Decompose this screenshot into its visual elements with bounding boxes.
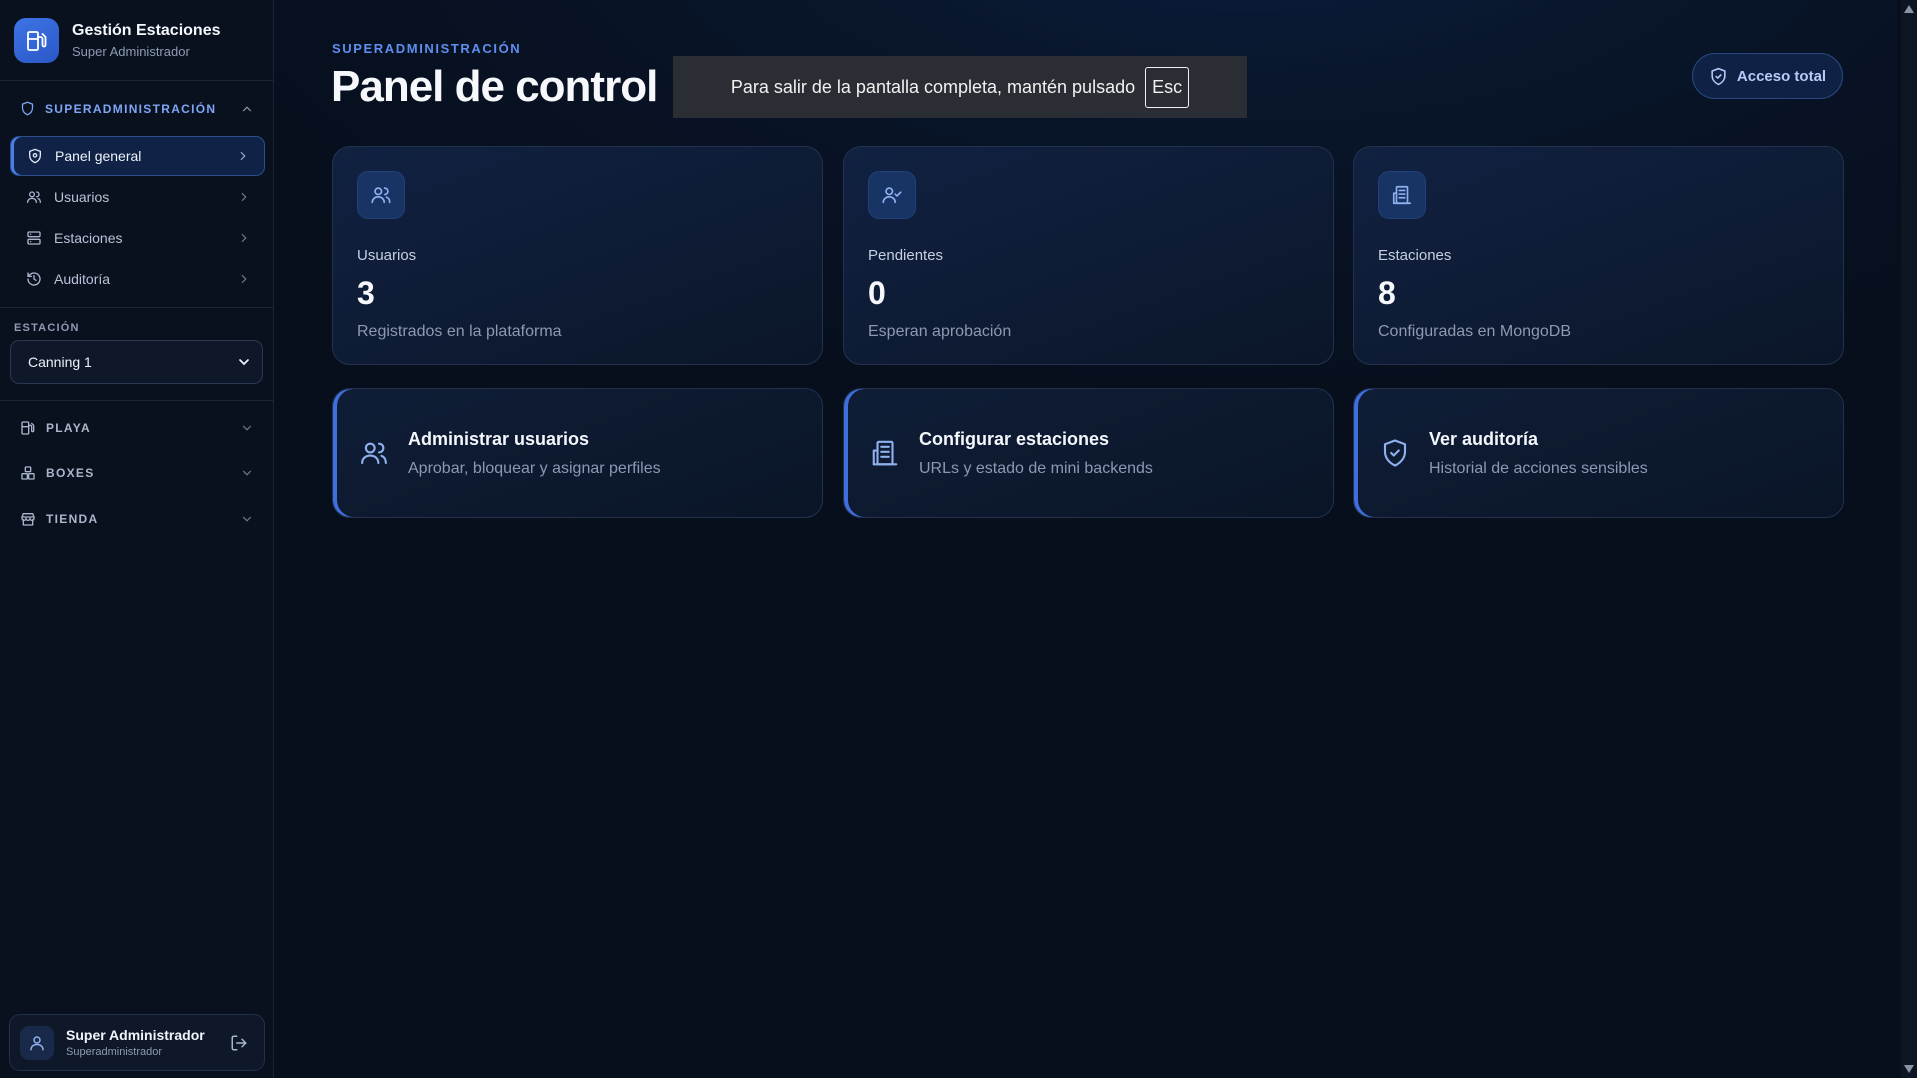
building-icon xyxy=(870,438,900,468)
page-kicker: SUPERADMINISTRACIÓN xyxy=(332,41,522,56)
action-description: Historial de acciones sensibles xyxy=(1429,460,1648,477)
stat-value: 8 xyxy=(1378,275,1396,311)
sidebar-item-label: Usuarios xyxy=(54,189,110,205)
chevron-up-icon xyxy=(240,102,254,116)
action-description: Aprobar, bloquear y asignar perfiles xyxy=(408,460,661,477)
group-tienda-toggle[interactable]: TIENDA xyxy=(20,511,254,527)
main-content: SUPERADMINISTRACIÓN Panel de control Par… xyxy=(275,0,1897,1078)
boxes-icon xyxy=(20,465,36,481)
fullscreen-notice: Para salir de la pantalla completa, mant… xyxy=(673,56,1247,118)
group-label: BOXES xyxy=(46,466,95,480)
action-card-ver-auditoria[interactable]: Ver auditoría Historial de acciones sens… xyxy=(1353,388,1844,518)
chevron-down-icon xyxy=(236,354,252,370)
station-selected-value: Canning 1 xyxy=(28,354,92,370)
stat-description: Registrados en la plataforma xyxy=(357,323,562,340)
action-title: Administrar usuarios xyxy=(408,429,590,449)
shield-icon xyxy=(20,101,35,116)
building-icon xyxy=(1378,171,1426,219)
chevron-right-icon xyxy=(237,231,251,245)
group-label: PLAYA xyxy=(46,421,91,435)
action-title: Ver auditoría xyxy=(1429,429,1539,449)
sidebar-item-label: Panel general xyxy=(55,148,142,164)
sidebar-item-estaciones[interactable]: Estaciones xyxy=(10,218,265,258)
action-card-administrar-usuarios[interactable]: Administrar usuarios Aprobar, bloquear y… xyxy=(332,388,823,518)
action-description: URLs y estado de mini backends xyxy=(919,460,1153,477)
group-playa-toggle[interactable]: PLAYA xyxy=(20,420,254,436)
group-boxes-toggle[interactable]: BOXES xyxy=(20,465,254,481)
shield-check-icon xyxy=(1709,67,1728,86)
stat-label: Usuarios xyxy=(357,247,417,264)
vertical-scrollbar[interactable] xyxy=(1901,0,1917,1078)
stat-card-pendientes[interactable]: Pendientes 0 Esperan aprobación xyxy=(843,146,1334,365)
logout-icon[interactable] xyxy=(230,1034,248,1052)
shield-icon xyxy=(27,148,43,164)
divider xyxy=(0,80,274,81)
esc-key-hint: Esc xyxy=(1145,66,1190,108)
sidebar-item-panel-general[interactable]: Panel general xyxy=(10,136,265,176)
users-icon xyxy=(359,438,389,468)
chevron-down-icon xyxy=(240,512,254,526)
fuel-pump-icon xyxy=(20,420,36,436)
user-icon xyxy=(30,1035,44,1050)
stat-value: 0 xyxy=(868,275,886,311)
station-label: ESTACIÓN xyxy=(14,322,80,334)
station-select[interactable]: Canning 1 xyxy=(10,340,263,384)
stat-description: Configuradas en MongoDB xyxy=(1378,323,1572,340)
history-icon xyxy=(26,271,42,287)
access-total-label: Acceso total xyxy=(1736,67,1827,85)
divider xyxy=(0,307,274,308)
action-title: Configurar estaciones xyxy=(919,429,1110,449)
superadmin-section-label: SUPERADMINISTRACIÓN xyxy=(45,101,217,116)
stat-description: Esperan aprobación xyxy=(868,323,1012,340)
chevron-right-icon xyxy=(237,190,251,204)
store-icon xyxy=(20,511,36,527)
chevron-down-icon xyxy=(240,421,254,435)
stat-card-estaciones[interactable]: Estaciones 8 Configuradas en MongoDB xyxy=(1353,146,1844,365)
stat-label: Pendientes xyxy=(868,247,944,264)
scroll-up-arrow-icon[interactable] xyxy=(1904,5,1914,13)
sidebar-item-label: Estaciones xyxy=(54,230,123,246)
fullscreen-notice-text: Para salir de la pantalla completa, mant… xyxy=(730,76,1136,97)
sidebar-item-usuarios[interactable]: Usuarios xyxy=(10,177,265,217)
server-icon xyxy=(26,230,42,246)
brand[interactable]: Gestión Estaciones Super Administrador xyxy=(14,18,221,63)
action-card-configurar-estaciones[interactable]: Configurar estaciones URLs y estado de m… xyxy=(843,388,1334,518)
users-icon xyxy=(357,171,405,219)
user-check-icon xyxy=(868,171,916,219)
page-title: Panel de control xyxy=(331,62,658,111)
user-name: Super Administrador xyxy=(66,1027,205,1043)
divider xyxy=(0,400,274,401)
access-total-badge[interactable]: Acceso total xyxy=(1692,53,1843,99)
users-icon xyxy=(26,189,42,205)
chevron-right-icon xyxy=(236,149,250,163)
sidebar-item-auditoria[interactable]: Auditoría xyxy=(10,259,265,299)
chevron-right-icon xyxy=(237,272,251,286)
scroll-down-arrow-icon[interactable] xyxy=(1904,1065,1914,1073)
brand-subtitle: Super Administrador xyxy=(72,44,190,59)
superadmin-section-toggle[interactable]: SUPERADMINISTRACIÓN xyxy=(20,101,254,116)
fuel-station-logo-icon xyxy=(14,18,59,63)
stat-value: 3 xyxy=(357,275,375,311)
sidebar-item-label: Auditoría xyxy=(54,271,111,287)
avatar xyxy=(20,1025,54,1060)
chevron-down-icon xyxy=(240,466,254,480)
user-card[interactable]: Super Administrador Superadministrador xyxy=(9,1014,265,1071)
stat-label: Estaciones xyxy=(1378,247,1452,264)
shield-check-icon xyxy=(1380,438,1410,468)
sidebar: Gestión Estaciones Super Administrador S… xyxy=(0,0,274,1078)
brand-title: Gestión Estaciones xyxy=(72,22,221,39)
stat-card-usuarios[interactable]: Usuarios 3 Registrados en la plataforma xyxy=(332,146,823,365)
group-label: TIENDA xyxy=(46,512,99,526)
user-role: Superadministrador xyxy=(66,1046,162,1058)
